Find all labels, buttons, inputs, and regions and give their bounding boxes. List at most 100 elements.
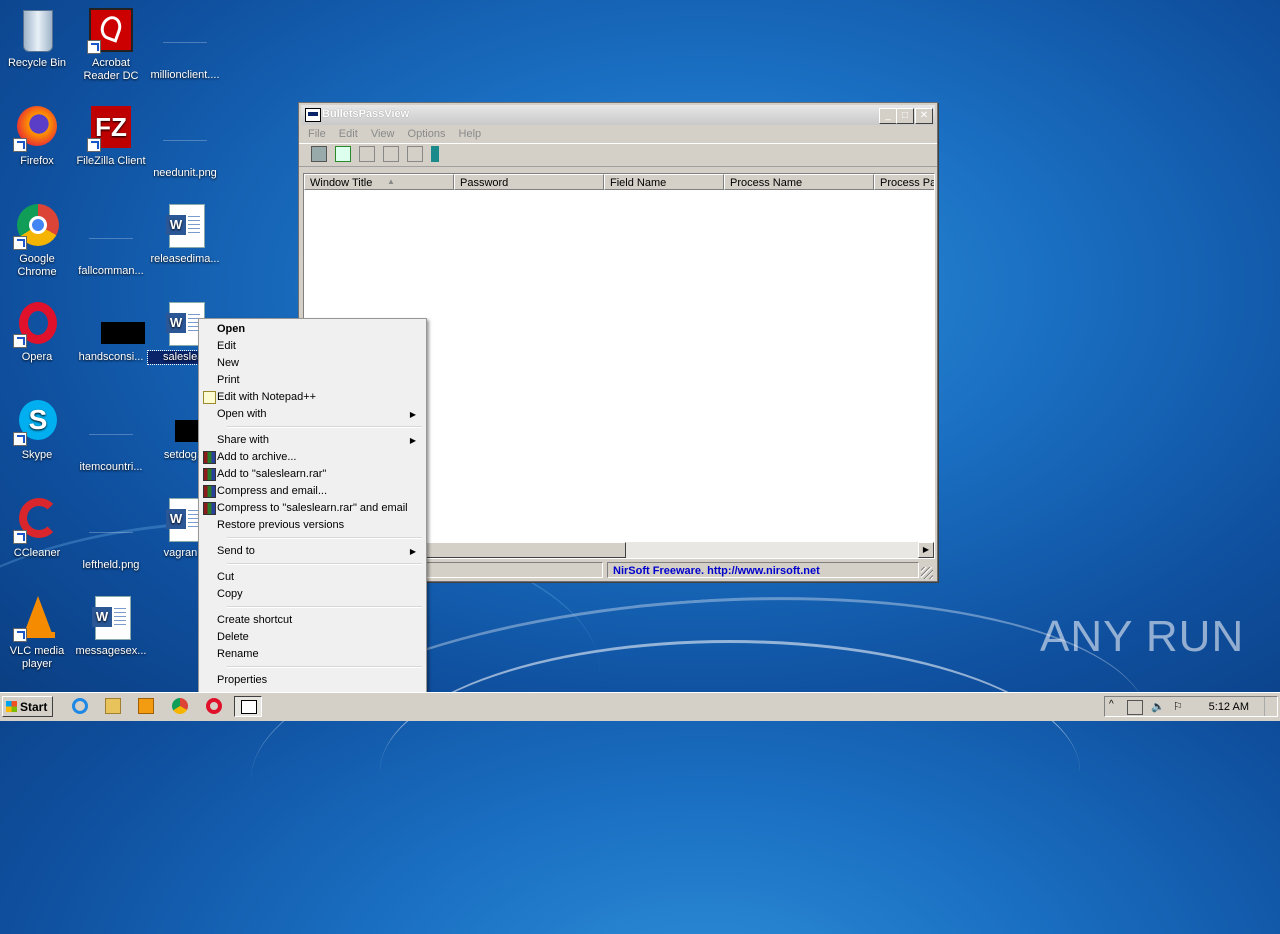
copy-icon[interactable] bbox=[359, 146, 376, 162]
file-icon bbox=[87, 300, 145, 348]
properties-icon[interactable] bbox=[383, 146, 400, 162]
desktop-icon-releasedima[interactable]: releasedima... bbox=[148, 202, 222, 266]
html-report-icon[interactable] bbox=[407, 146, 424, 162]
desktop-icon-skype[interactable]: S Skype bbox=[0, 398, 74, 462]
scroll-right-arrow-icon[interactable]: ▶ bbox=[918, 542, 934, 558]
desktop-icon-label: CCleaner bbox=[13, 547, 61, 559]
refresh-icon[interactable] bbox=[335, 146, 352, 162]
desktop-icon-label: FileZilla Client bbox=[76, 155, 146, 167]
minimize-button[interactable]: _ bbox=[879, 108, 897, 124]
menu-item-create-shortcut[interactable]: Create shortcut bbox=[201, 612, 424, 629]
system-tray: ^ 🔈 ⚐ 5:12 AM bbox=[1104, 696, 1278, 717]
menu-view[interactable]: View bbox=[366, 125, 400, 143]
menu-item-send-to[interactable]: Send to ▶ bbox=[201, 543, 424, 560]
desktop-icon-leftheld[interactable]: leftheld.png bbox=[74, 496, 148, 572]
word-document-icon bbox=[87, 594, 135, 642]
menu-item-edit[interactable]: Edit bbox=[201, 338, 424, 355]
menu-separator bbox=[227, 666, 422, 668]
column-process-name[interactable]: Process Name bbox=[724, 174, 874, 190]
menu-item-restore-versions[interactable]: Restore previous versions bbox=[201, 517, 424, 534]
save-icon[interactable] bbox=[311, 146, 327, 162]
menu-item-add-to-archive[interactable]: Add to archive... bbox=[201, 449, 424, 466]
desktop-icon-firefox[interactable]: Firefox bbox=[0, 104, 74, 168]
column-password[interactable]: Password bbox=[454, 174, 604, 190]
menu-separator bbox=[227, 606, 422, 608]
submenu-arrow-icon: ▶ bbox=[409, 547, 416, 556]
menu-file[interactable]: File bbox=[303, 125, 331, 143]
window-titlebar[interactable]: BulletsPassView _ □ ✕ bbox=[301, 105, 935, 125]
menu-item-compress-email[interactable]: Compress and email... bbox=[201, 483, 424, 500]
winrar-icon bbox=[203, 485, 216, 498]
menu-edit[interactable]: Edit bbox=[334, 125, 363, 143]
desktop-icon-acrobat[interactable]: Acrobat Reader DC bbox=[74, 6, 148, 83]
volume-icon[interactable]: 🔈 bbox=[1151, 700, 1165, 713]
menu-item-open-with[interactable]: Open with ▶ bbox=[201, 406, 424, 423]
menu-item-delete[interactable]: Delete bbox=[201, 629, 424, 646]
menu-options[interactable]: Options bbox=[403, 125, 451, 143]
opera-taskbar-icon[interactable] bbox=[206, 698, 222, 714]
word-document-icon bbox=[161, 202, 209, 250]
menu-item-copy[interactable]: Copy bbox=[201, 586, 424, 603]
exit-icon[interactable] bbox=[431, 146, 448, 162]
explorer-folder-icon[interactable] bbox=[105, 698, 121, 714]
desktop-icon-millionclient[interactable]: millionclient.... bbox=[148, 6, 222, 82]
clock[interactable]: 5:12 AM bbox=[1209, 701, 1249, 713]
desktop-icon-chrome[interactable]: Google Chrome bbox=[0, 202, 74, 279]
menu-help[interactable]: Help bbox=[454, 125, 487, 143]
skype-icon: S bbox=[13, 398, 61, 446]
desktop-icon-itemcountri[interactable]: itemcountri... bbox=[74, 398, 148, 474]
chrome-taskbar-icon[interactable] bbox=[172, 698, 188, 714]
menu-item-cut[interactable]: Cut bbox=[201, 569, 424, 586]
recycle-bin-icon bbox=[13, 6, 61, 54]
close-button[interactable]: ✕ bbox=[915, 108, 933, 124]
show-desktop-button[interactable] bbox=[1264, 697, 1277, 716]
menu-separator bbox=[227, 563, 422, 565]
firefox-icon bbox=[13, 104, 61, 152]
maximize-button[interactable]: □ bbox=[896, 108, 914, 124]
action-center-flag-icon[interactable]: ⚐ bbox=[1173, 700, 1183, 713]
desktop-icon-opera[interactable]: Opera bbox=[0, 300, 74, 364]
submenu-arrow-icon: ▶ bbox=[409, 436, 416, 445]
image-file-icon bbox=[87, 508, 135, 556]
column-field-name[interactable]: Field Name bbox=[604, 174, 724, 190]
menu-item-add-to-rar[interactable]: Add to "saleslearn.rar" bbox=[201, 466, 424, 483]
menu-item-compress-rar-email[interactable]: Compress to "saleslearn.rar" and email bbox=[201, 500, 424, 517]
menu-item-share-with[interactable]: Share with ▶ bbox=[201, 432, 424, 449]
context-menu: Open Edit New Print Edit with Notepad++ … bbox=[198, 318, 427, 693]
menu-item-open[interactable]: Open bbox=[201, 321, 424, 338]
column-process-path[interactable]: Process Pat bbox=[874, 174, 934, 190]
ie-icon[interactable] bbox=[72, 698, 88, 714]
chrome-icon bbox=[13, 202, 61, 250]
desktop-icon-handsconsi[interactable]: handsconsi... bbox=[74, 300, 148, 364]
desktop-icon-fallcomman[interactable]: fallcomman... bbox=[74, 202, 148, 278]
desktop-icon-label: Firefox bbox=[20, 155, 54, 167]
taskbar: Start ^ 🔈 ⚐ 5:12 AM bbox=[0, 692, 1280, 721]
start-button[interactable]: Start bbox=[2, 696, 53, 717]
bulletspassview-task-button[interactable] bbox=[234, 696, 262, 717]
menu-item-edit-notepadpp[interactable]: Edit with Notepad++ bbox=[201, 389, 424, 406]
desktop-icon-needunit[interactable]: needunit.png bbox=[148, 104, 222, 180]
media-player-icon[interactable] bbox=[138, 698, 154, 714]
desktop-icon-label: handsconsi... bbox=[78, 351, 144, 363]
desktop-icon-ccleaner[interactable]: CCleaner bbox=[0, 496, 74, 560]
show-hidden-icons-icon[interactable]: ^ bbox=[1109, 699, 1114, 710]
desktop-icon-label: millionclient.... bbox=[150, 69, 220, 81]
network-icon[interactable] bbox=[1127, 700, 1143, 715]
ccleaner-icon bbox=[13, 496, 61, 544]
menu-item-new[interactable]: New bbox=[201, 355, 424, 372]
column-window-title[interactable]: Window Title ▲ bbox=[304, 174, 454, 190]
submenu-arrow-icon: ▶ bbox=[409, 410, 416, 419]
nirsoft-link[interactable]: NirSoft Freeware. http://www.nirsoft.net bbox=[607, 562, 919, 578]
desktop-icon-recycle-bin[interactable]: Recycle Bin bbox=[0, 6, 74, 70]
menu-item-rename[interactable]: Rename bbox=[201, 646, 424, 663]
menu-item-print[interactable]: Print bbox=[201, 372, 424, 389]
desktop-icon-label: releasedima... bbox=[150, 253, 220, 265]
menu-item-properties[interactable]: Properties bbox=[201, 672, 424, 689]
desktop-icon-vlc[interactable]: VLC media player bbox=[0, 594, 74, 671]
resize-grip-icon[interactable] bbox=[921, 567, 933, 579]
desktop-icon-messagesex[interactable]: messagesex... bbox=[74, 594, 148, 658]
bulletspassview-taskbar-icon bbox=[241, 700, 257, 714]
desktop-icon-filezilla[interactable]: FZ FileZilla Client bbox=[74, 104, 148, 168]
app-icon bbox=[305, 108, 321, 122]
desktop-icon-label: messagesex... bbox=[75, 645, 147, 657]
